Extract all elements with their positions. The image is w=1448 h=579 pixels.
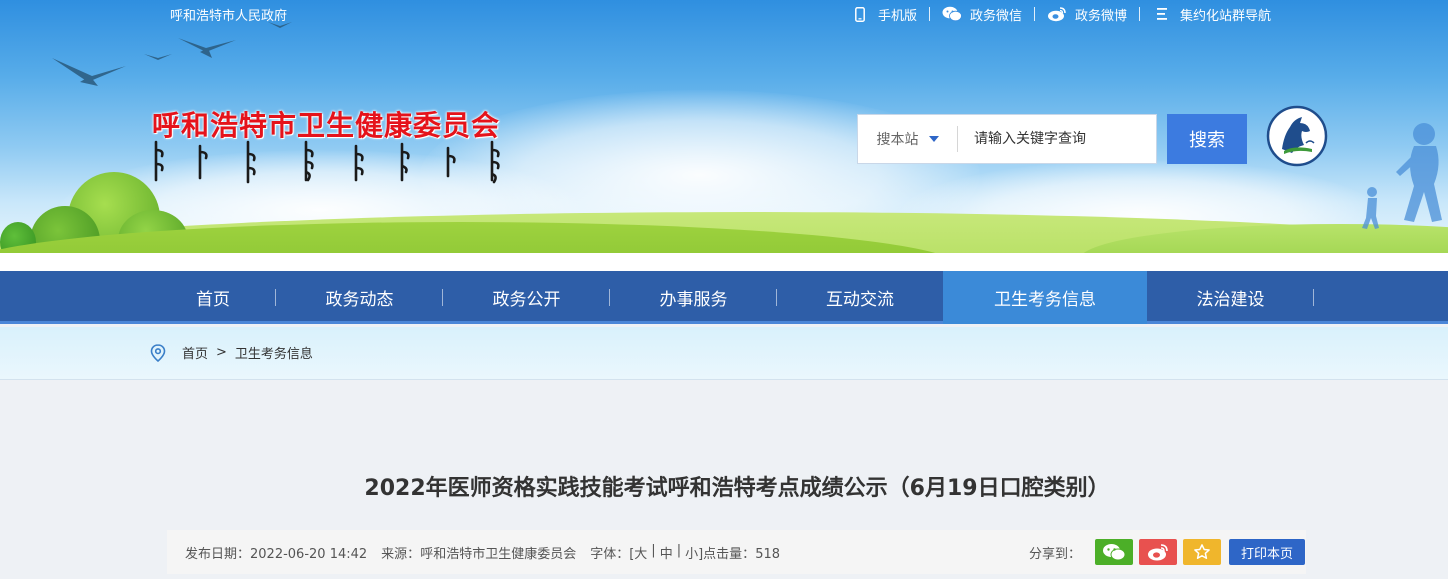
breadcrumb: 首页 > 卫生考务信息 bbox=[150, 343, 313, 362]
font-size-small[interactable]: 小] bbox=[685, 543, 703, 562]
nav-item-label: 互动交流 bbox=[826, 290, 894, 310]
breadcrumb-home-link[interactable]: 首页 bbox=[182, 343, 208, 362]
breadcrumb-current-link[interactable]: 卫生考务信息 bbox=[235, 343, 313, 362]
site-navigation-link-label: 集约化站群导航 bbox=[1180, 8, 1272, 24]
search-input[interactable] bbox=[958, 119, 1156, 159]
header-spacer bbox=[0, 253, 1448, 271]
wechat-share-icon bbox=[1103, 544, 1126, 561]
nav-item-interaction[interactable]: 互动交流 bbox=[777, 271, 943, 324]
nav-item-news[interactable]: 政务动态 bbox=[276, 271, 443, 324]
search-box: 搜本站 bbox=[857, 114, 1157, 164]
favorite-star-icon bbox=[1194, 544, 1210, 559]
site-title[interactable]: 呼和浩特市卫生健康委员会 bbox=[152, 104, 500, 144]
nav-item-label: 政务公开 bbox=[492, 290, 561, 310]
nav-item-label: 办事服务 bbox=[659, 290, 728, 310]
mongolian-script-logo bbox=[154, 140, 500, 184]
article-title: 2022年医师资格实践技能考试呼和浩特考点成绩公示（6月19日口腔类别） bbox=[364, 476, 1110, 501]
print-button[interactable]: 打印本页 bbox=[1229, 539, 1306, 565]
weibo-share-icon bbox=[1148, 544, 1168, 561]
weibo-icon bbox=[1047, 6, 1067, 22]
article-source: 来源：呼和浩特市卫生健康委员会 bbox=[381, 543, 576, 562]
favorite-button[interactable] bbox=[1183, 539, 1222, 565]
font-size-large[interactable]: [大 bbox=[629, 543, 647, 562]
font-size-medium[interactable]: 中 bbox=[660, 543, 673, 562]
topbar-links: 手机版 政务微信 政务微博 集约化站群导航 bbox=[838, 3, 1283, 25]
share-weibo-button[interactable] bbox=[1139, 539, 1178, 565]
font-size-separator: | bbox=[651, 543, 656, 558]
gov-site-link[interactable]: 呼和浩特市人民政府 bbox=[170, 5, 287, 24]
font-size-label: 字体： bbox=[590, 547, 630, 562]
weibo-link[interactable]: 政务微博 bbox=[1035, 6, 1139, 24]
wechat-link[interactable]: 政务微信 bbox=[930, 6, 1034, 24]
publish-date: 发布日期：2022-06-20 14:42 bbox=[185, 543, 367, 562]
nav-item-home[interactable]: 首页 bbox=[150, 271, 276, 324]
main-nav: 首页 政务动态 政务公开 办事服务 互动交流 卫生考务信息 法治建设 bbox=[0, 271, 1448, 324]
wechat-link-label: 政务微信 bbox=[970, 8, 1023, 24]
source-label: 来源： bbox=[381, 547, 421, 562]
breadcrumb-separator: > bbox=[216, 345, 227, 360]
mobile-icon bbox=[850, 6, 870, 22]
search-scope-dropdown[interactable]: 搜本站 bbox=[858, 126, 958, 152]
nav-item-exam-info[interactable]: 卫生考务信息 bbox=[943, 271, 1147, 324]
hits-label: 点击量： bbox=[703, 547, 756, 562]
children-running-icon bbox=[1362, 123, 1442, 229]
divider bbox=[1313, 289, 1314, 306]
nav-item-label: 首页 bbox=[196, 290, 230, 310]
wechat-icon bbox=[942, 6, 962, 22]
publish-date-label: 发布日期： bbox=[185, 547, 251, 562]
nav-item-label: 政务动态 bbox=[325, 290, 394, 310]
menu-icon bbox=[1152, 6, 1172, 22]
weibo-link-label: 政务微博 bbox=[1075, 8, 1128, 24]
location-pin-icon bbox=[150, 343, 166, 362]
search-button[interactable]: 搜索 bbox=[1167, 114, 1247, 164]
nav-item-label: 卫生考务信息 bbox=[994, 290, 1096, 310]
site-navigation-link[interactable]: 集约化站群导航 bbox=[1140, 6, 1283, 24]
horse-emblem-icon[interactable] bbox=[1266, 105, 1328, 167]
nav-item-services[interactable]: 办事服务 bbox=[610, 271, 777, 324]
article-meta: 发布日期：2022-06-20 14:42 来源：呼和浩特市卫生健康委员会 字体… bbox=[185, 543, 780, 562]
mobile-link[interactable]: 手机版 bbox=[838, 6, 929, 24]
source-value: 呼和浩特市卫生健康委员会 bbox=[420, 547, 577, 562]
search-scope-label: 搜本站 bbox=[876, 132, 919, 148]
publish-date-value: 2022-06-20 14:42 bbox=[250, 547, 368, 562]
caret-down-icon bbox=[928, 136, 939, 142]
nav-item-public-info[interactable]: 政务公开 bbox=[443, 271, 610, 324]
article-meta-bar: 发布日期：2022-06-20 14:42 来源：呼和浩特市卫生健康委员会 字体… bbox=[167, 530, 1306, 574]
share-wechat-button[interactable] bbox=[1095, 539, 1134, 565]
hits-value: 518 bbox=[755, 547, 781, 562]
mobile-link-label: 手机版 bbox=[878, 8, 918, 24]
share-label: 分享到： bbox=[1029, 546, 1082, 562]
font-size-separator: | bbox=[676, 543, 682, 558]
nav-item-label: 法治建设 bbox=[1196, 290, 1265, 310]
share-bar: 分享到： 打印本页 bbox=[1029, 539, 1306, 565]
nav-item-legal[interactable]: 法治建设 bbox=[1147, 271, 1314, 324]
breadcrumb-bar: 首页 > 卫生考务信息 bbox=[0, 327, 1448, 380]
font-size-controls: 字体： [大 | 中 | 小] 点击量：518 bbox=[590, 543, 780, 562]
